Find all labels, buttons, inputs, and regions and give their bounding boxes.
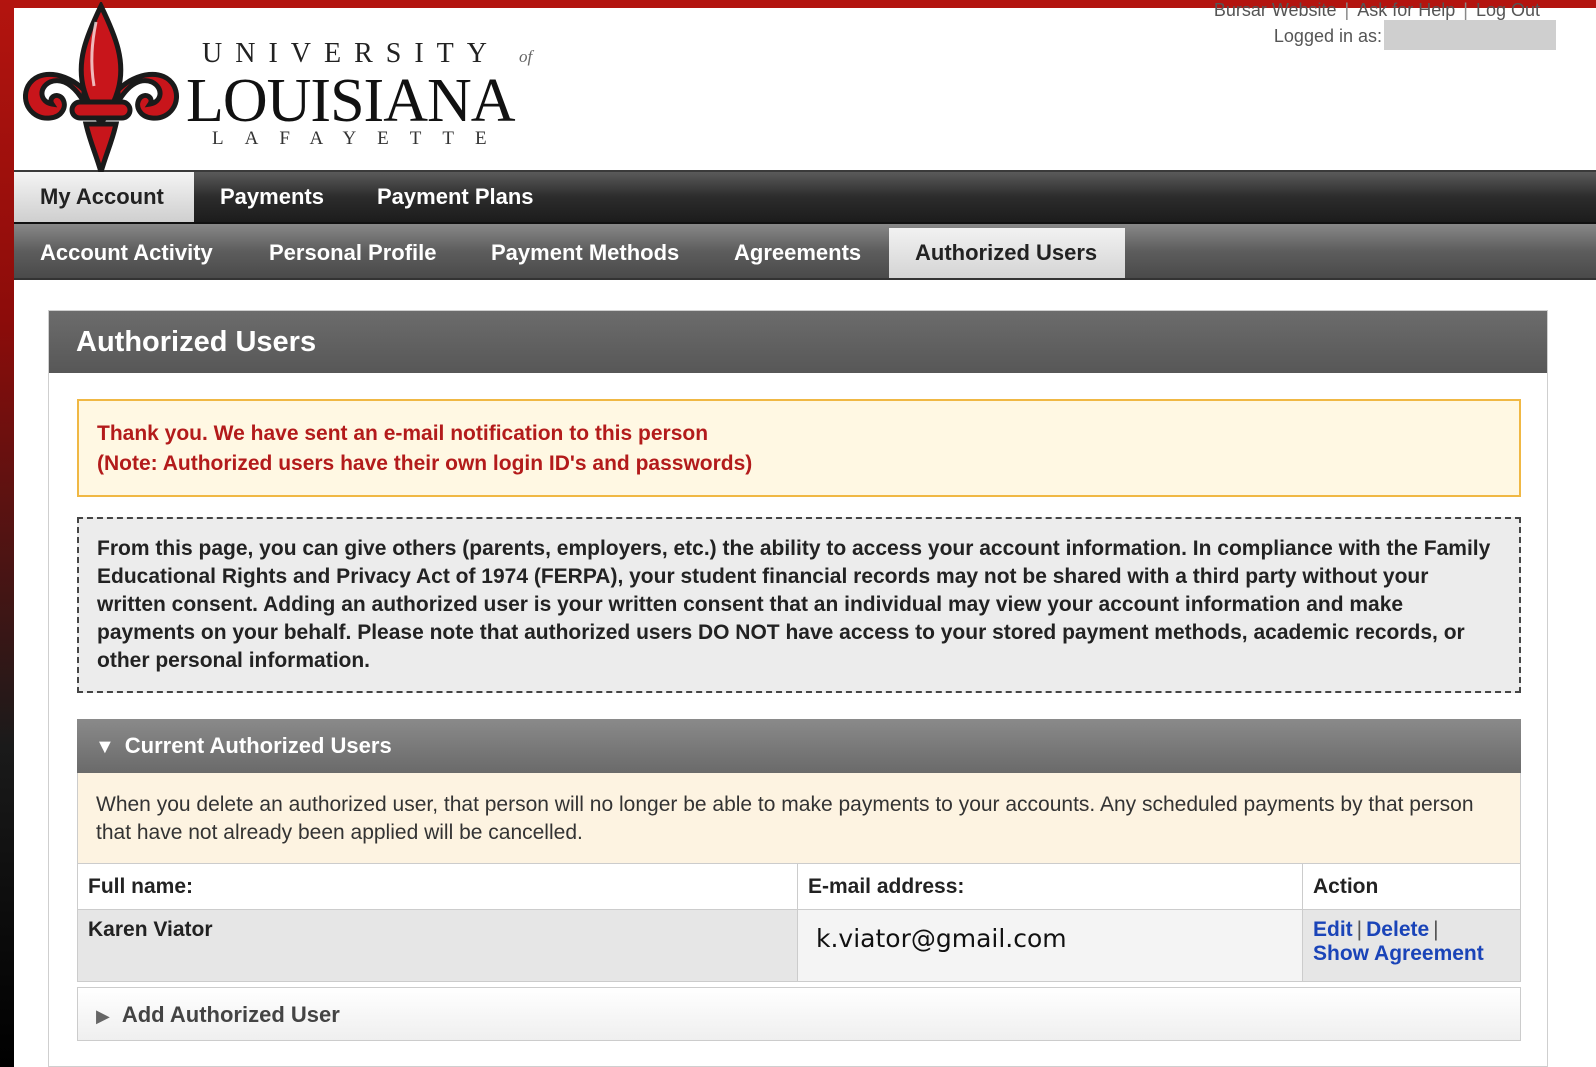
current-users-header[interactable]: ▼ Current Authorized Users [77,719,1521,773]
add-authorized-user-section[interactable]: ▶ Add Authorized User [77,987,1521,1041]
column-action: Action [1302,863,1521,910]
table-row: Karen Viator k.viator@gmail.com Edit | Del… [77,909,1521,982]
logo-city-text: LAFAYETTE [212,128,508,149]
top-links: Bursar Website | Ask for Help | Log Out [1214,0,1540,21]
column-email: E-mail address: [797,863,1303,910]
divider: | [1433,918,1439,941]
caret-right-icon: ▶ [96,1006,110,1026]
column-full-name: Full name: [77,863,798,910]
tab-my-account[interactable]: My Account [14,172,194,222]
tab-payment-plans[interactable]: Payment Plans [351,172,560,222]
bursar-website-link[interactable]: Bursar Website [1214,0,1337,20]
fleur-de-lis-icon [23,2,179,178]
content-panel: Authorized Users Thank you. We have sent… [48,310,1548,1067]
logo-name-text: LOUISIANA [186,67,516,135]
add-user-title: Add Authorized User [121,1002,340,1027]
subtab-authorized-users[interactable]: Authorized Users [889,228,1125,278]
show-agreement-link[interactable]: Show Agreement [1313,942,1484,965]
table-header-row: Full name: E-mail address: Action [77,863,1521,910]
divider: | [1344,0,1350,20]
ask-for-help-link[interactable]: Ask for Help [1357,0,1455,20]
window-frame-left [0,0,14,1067]
logged-in-label: Logged in as: [1273,26,1382,46]
alert-line-2: (Note: Authorized users have their own l… [97,452,753,475]
alert-line-1: Thank you. We have sent an e-mail notifi… [97,422,709,445]
university-logo[interactable]: UNIVERSITY of LOUISIANA LAFAYETTE [16,2,536,178]
subtab-agreements[interactable]: Agreements [708,228,887,278]
authorized-users-table: Full name: E-mail address: Action Karen … [77,863,1521,982]
delete-notice: When you delete an authorized user, that… [77,773,1521,863]
user-full-name: Karen Viator [77,909,798,982]
redacted-username [1384,20,1556,50]
delete-link[interactable]: Delete [1366,918,1429,941]
secondary-nav: Account Activity Personal Profile Paymen… [14,224,1596,280]
current-authorized-users-section: ▼ Current Authorized Users When you delet… [77,719,1521,982]
edit-link[interactable]: Edit [1313,918,1353,941]
ferpa-info-box: From this page, you can give others (par… [77,517,1521,693]
primary-nav: My Account Payments Payment Plans [14,172,1596,224]
site-header: UNIVERSITY of LOUISIANA LAFAYETTE Bursar… [14,0,1596,178]
caret-down-icon: ▼ [95,736,115,758]
subtab-payment-methods[interactable]: Payment Methods [465,228,705,278]
user-actions: Edit | Delete | Show Agreement [1302,909,1521,982]
user-email: k.viator@gmail.com [797,909,1303,982]
current-users-title: Current Authorized Users [124,733,392,758]
tab-payments[interactable]: Payments [194,172,350,222]
subtab-personal-profile[interactable]: Personal Profile [243,228,463,278]
subtab-account-activity[interactable]: Account Activity [14,228,239,278]
success-alert: Thank you. We have sent an e-mail notifi… [77,399,1521,497]
log-out-link[interactable]: Log Out [1476,0,1540,20]
divider: | [1463,0,1468,20]
page-title: Authorized Users [49,311,1547,373]
divider: | [1356,918,1363,941]
